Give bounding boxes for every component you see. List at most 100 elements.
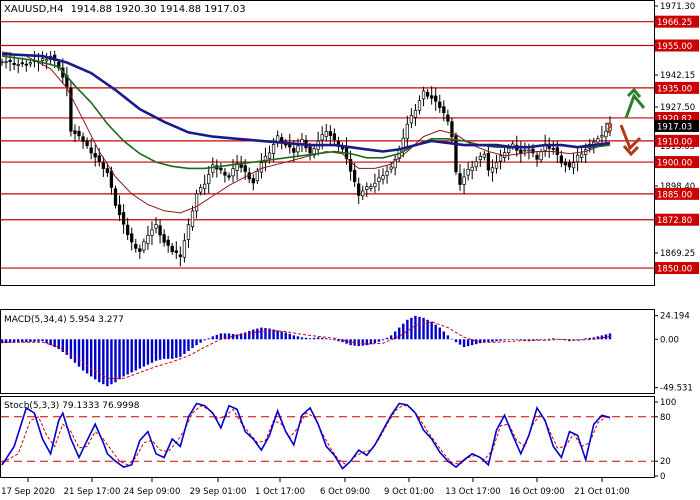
- y-tick-label: 1927.50: [660, 103, 695, 113]
- macd-bar: [329, 339, 332, 340]
- bear-candle: [97, 155, 101, 162]
- macd-bar: [183, 339, 186, 354]
- bull-candle: [369, 186, 373, 189]
- bull-candle: [523, 149, 527, 152]
- bull-candle: [494, 162, 499, 169]
- y-tick-label: 1942.15: [660, 71, 695, 81]
- macd-bar: [333, 339, 336, 341]
- level-tag-label: 1955.00: [657, 42, 692, 52]
- macd-bar: [414, 315, 417, 340]
- macd-bar: [166, 339, 170, 359]
- ohlc-readout: 1914.88 1920.30 1914.88 1917.03: [71, 4, 246, 15]
- macd-bar: [81, 339, 85, 371]
- bull-candle: [474, 161, 478, 168]
- macd-bar: [312, 337, 316, 340]
- symbol-label: XAUUSD,H4: [4, 4, 63, 15]
- bull-candle: [324, 131, 328, 137]
- bear-candle: [126, 224, 130, 236]
- macd-bar: [122, 339, 125, 377]
- bear-candle: [166, 239, 170, 246]
- background: [0, 0, 700, 500]
- macd-bar: [138, 339, 142, 369]
- macd-bar: [434, 324, 437, 340]
- macd-bar: [231, 333, 235, 340]
- macd-bar: [248, 330, 251, 340]
- bear-candle: [12, 63, 16, 66]
- level-tag-label: 1966.25: [657, 18, 692, 28]
- bear-candle: [292, 148, 296, 153]
- macd-bar: [179, 339, 182, 357]
- bull-candle: [16, 64, 20, 66]
- macd-bar: [381, 339, 385, 341]
- macd-bar: [499, 339, 502, 341]
- bear-candle: [450, 121, 454, 138]
- bear-candle: [85, 140, 89, 146]
- candle: [69, 80, 73, 137]
- bear-candle: [130, 233, 134, 243]
- bear-candle: [486, 152, 491, 171]
- macd-bar: [146, 339, 150, 365]
- bull-candle: [146, 234, 150, 244]
- bear-candle: [243, 165, 247, 172]
- bear-candle: [170, 245, 174, 253]
- macd-bar: [511, 339, 514, 340]
- bull-candle: [498, 155, 503, 162]
- bear-candle: [425, 91, 430, 97]
- bear-candle: [446, 114, 450, 122]
- bull-candle: [211, 164, 215, 173]
- macd-bar: [507, 339, 510, 340]
- bull-candle: [271, 144, 276, 154]
- bull-candle: [539, 151, 543, 161]
- bear-candle: [77, 130, 81, 137]
- bear-candle: [162, 234, 166, 243]
- macd-y-tick-label: 0.00: [660, 335, 679, 345]
- macd-bar: [580, 339, 583, 340]
- bull-candle: [40, 58, 45, 61]
- macd-bar: [377, 339, 381, 342]
- candle: [454, 132, 458, 175]
- macd-bar: [150, 339, 154, 363]
- macd-bar: [495, 339, 498, 342]
- macd-bar: [252, 329, 255, 340]
- bear-candle: [73, 130, 77, 134]
- bull-candle: [417, 100, 422, 111]
- macd-bar: [114, 339, 117, 383]
- bull-candle: [186, 224, 191, 240]
- macd-bar: [393, 331, 397, 340]
- bear-candle: [567, 162, 572, 168]
- bear-candle: [219, 167, 223, 171]
- bull-candle: [421, 90, 426, 100]
- macd-bar: [211, 336, 214, 340]
- bull-candle: [575, 154, 580, 163]
- macd-bar: [199, 339, 202, 343]
- macd-bar: [207, 338, 210, 340]
- x-tick-label: 17 Sep 2020: [1, 487, 55, 497]
- macd-bar: [29, 339, 32, 342]
- macd-bar: [475, 339, 478, 345]
- macd-bar: [94, 339, 97, 380]
- stoch-y-tick-label: 100: [660, 398, 676, 408]
- bull-candle: [373, 182, 377, 187]
- bull-candle: [600, 135, 604, 138]
- y-tick-label: 1869.25: [660, 249, 695, 259]
- macd-bar: [503, 339, 506, 341]
- stoch-y-tick-label: 80: [660, 413, 671, 423]
- level-tag-label: 1850.00: [657, 265, 692, 275]
- bear-candle: [247, 172, 251, 180]
- macd-bar: [89, 339, 93, 377]
- bull-candle: [255, 170, 260, 182]
- bear-candle: [434, 95, 438, 102]
- bull-candle: [142, 241, 146, 251]
- x-tick-label: 1 Oct 17:00: [255, 487, 305, 497]
- bull-candle: [478, 156, 482, 160]
- macd-bar: [69, 339, 73, 359]
- macd-bar: [154, 339, 158, 361]
- bull-candle: [154, 224, 158, 229]
- bull-candle: [4, 61, 8, 64]
- bear-candle: [519, 149, 523, 154]
- macd-bar: [389, 335, 393, 340]
- macd-bar: [158, 339, 162, 360]
- bull-candle: [405, 123, 409, 139]
- macd-bar: [296, 336, 300, 340]
- bull-candle: [571, 162, 576, 169]
